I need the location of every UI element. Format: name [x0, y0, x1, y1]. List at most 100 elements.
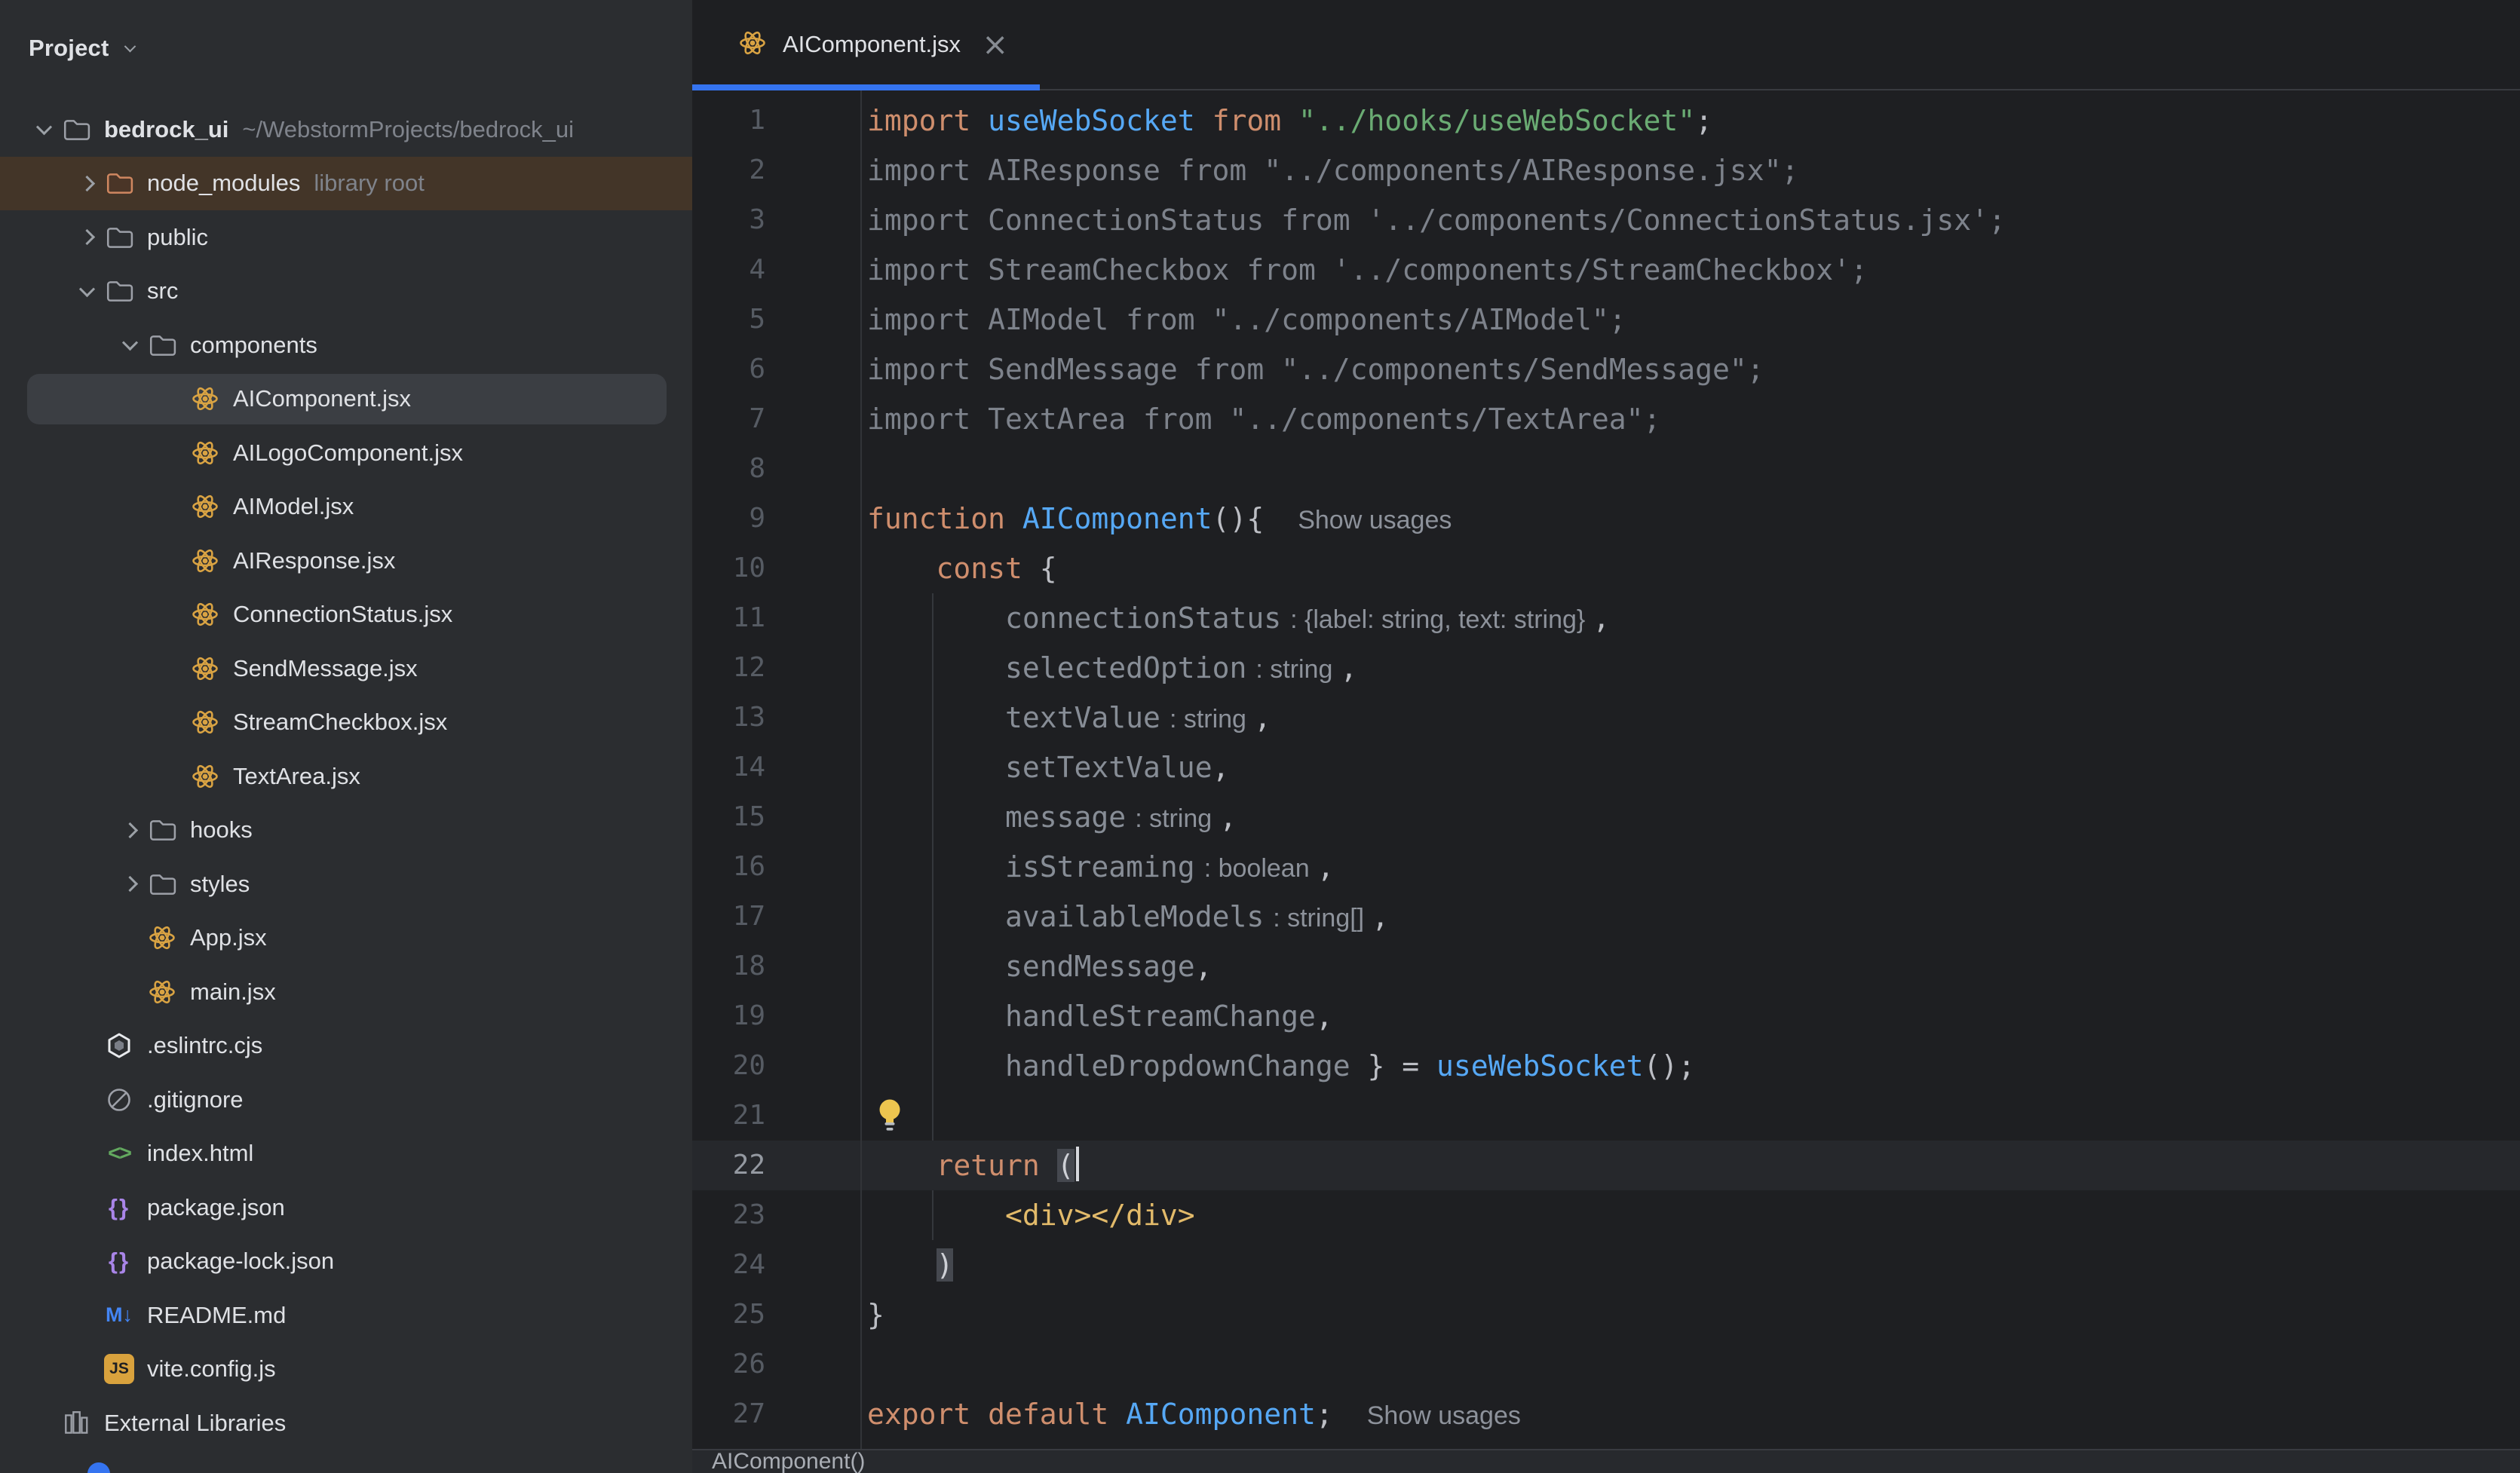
line-number[interactable]: 12: [692, 643, 860, 693]
tree-item-package-lock-json[interactable]: {}package-lock.json: [0, 1235, 692, 1289]
code-line-26[interactable]: 26: [692, 1340, 2520, 1389]
code-line-15[interactable]: 15 message: string,: [692, 792, 2520, 842]
line-number[interactable]: 10: [692, 544, 860, 593]
code-line-3[interactable]: 3import ConnectionStatus from '../compon…: [692, 195, 2520, 245]
line-number[interactable]: 27: [692, 1389, 860, 1439]
show-usages-inlay[interactable]: Show usages: [1367, 1401, 1521, 1430]
tree-item-connectionstatus-jsx[interactable]: ConnectionStatus.jsx: [0, 588, 692, 642]
line-number[interactable]: 8: [692, 444, 860, 494]
tree-item-components[interactable]: components: [0, 318, 692, 372]
code-line-18[interactable]: 18 sendMessage,: [692, 942, 2520, 991]
intention-lightbulb-icon[interactable]: [875, 1098, 905, 1141]
tree-item-label: AILogoComponent.jsx: [233, 439, 463, 467]
tree-item-sendmessage-jsx[interactable]: SendMessage.jsx: [0, 642, 692, 696]
code-line-13[interactable]: 13 textValue: string,: [692, 693, 2520, 743]
chevron-down-icon[interactable]: [115, 339, 145, 351]
code-line-12[interactable]: 12 selectedOption: string,: [692, 643, 2520, 693]
chevron-right-icon[interactable]: [72, 231, 102, 243]
code-line-9[interactable]: 9function AIComponent(){Show usages: [692, 494, 2520, 544]
code-line-10[interactable]: 10 const {: [692, 544, 2520, 593]
tree-item-main-jsx[interactable]: main.jsx: [0, 965, 692, 1019]
line-number[interactable]: 5: [692, 295, 860, 345]
tab-aicomponent-jsx[interactable]: AIComponent.jsx ×: [692, 0, 1040, 89]
tree-item-hooks[interactable]: hooks: [0, 804, 692, 858]
code-line-8[interactable]: 8: [692, 444, 2520, 494]
line-number[interactable]: 7: [692, 394, 860, 444]
chevron-right-icon[interactable]: [115, 825, 145, 836]
line-number[interactable]: 2: [692, 145, 860, 195]
tree-item-textarea-jsx[interactable]: TextArea.jsx: [0, 749, 692, 804]
code-line-23[interactable]: 23 <div></div>: [692, 1190, 2520, 1240]
tree-item-package-json[interactable]: {}package.json: [0, 1181, 692, 1235]
code-line-6[interactable]: 6import SendMessage from "../components/…: [692, 345, 2520, 394]
chevron-down-icon[interactable]: [124, 40, 136, 52]
line-number[interactable]: 15: [692, 792, 860, 842]
tree-item-readme-md[interactable]: M↓README.md: [0, 1288, 692, 1343]
tree-item-index-html[interactable]: <>index.html: [0, 1127, 692, 1181]
line-number[interactable]: 14: [692, 743, 860, 792]
chevron-right-icon[interactable]: [72, 178, 102, 189]
tree-item-public[interactable]: public: [0, 210, 692, 265]
code-line-22[interactable]: 22 return (: [692, 1141, 2520, 1190]
tree-item-airesponse-jsx[interactable]: AIResponse.jsx: [0, 534, 692, 588]
line-number[interactable]: 3: [692, 195, 860, 245]
tree-item--gitignore[interactable]: .gitignore: [0, 1073, 692, 1127]
tree-item-src[interactable]: src: [0, 265, 692, 319]
code-line-2[interactable]: 2import AIResponse from "../components/A…: [692, 145, 2520, 195]
line-number[interactable]: 24: [692, 1240, 860, 1290]
code-line-19[interactable]: 19 handleStreamChange,: [692, 991, 2520, 1041]
tree-item-vite-config-js[interactable]: JSvite.config.js: [0, 1343, 692, 1397]
code-text: return (: [860, 1141, 2520, 1190]
line-number[interactable]: 4: [692, 245, 860, 295]
tree-item--eslintrc-cjs[interactable]: .eslintrc.cjs: [0, 1019, 692, 1073]
code-text: import ConnectionStatus from '../compone…: [860, 195, 2520, 245]
show-usages-inlay[interactable]: Show usages: [1298, 506, 1452, 534]
line-number[interactable]: 20: [692, 1041, 860, 1091]
code-line-25[interactable]: 25}: [692, 1290, 2520, 1340]
code-line-7[interactable]: 7import TextArea from "../components/Tex…: [692, 394, 2520, 444]
tree-item-aimodel-jsx[interactable]: AIModel.jsx: [0, 480, 692, 534]
project-tool-window-header[interactable]: Project: [29, 30, 134, 66]
line-number[interactable]: 16: [692, 842, 860, 892]
tree-item-styles[interactable]: styles: [0, 857, 692, 911]
code-line-1[interactable]: 1import useWebSocket from "../hooks/useW…: [692, 96, 2520, 145]
code-line-5[interactable]: 5import AIModel from "../components/AIMo…: [692, 295, 2520, 345]
code-line-17[interactable]: 17 availableModels: string[],: [692, 892, 2520, 942]
code-line-24[interactable]: 24 ): [692, 1240, 2520, 1290]
line-number[interactable]: 6: [692, 345, 860, 394]
code-line-20[interactable]: 20 handleDropdownChange } = useWebSocket…: [692, 1041, 2520, 1091]
line-number[interactable]: 11: [692, 593, 860, 643]
tree-item-aicomponent-jsx[interactable]: AIComponent.jsx: [0, 372, 692, 427]
tree-item-external-libraries[interactable]: External Libraries: [0, 1396, 692, 1450]
line-number[interactable]: 17: [692, 892, 860, 942]
line-number[interactable]: 25: [692, 1290, 860, 1340]
tree-item-streamcheckbox-jsx[interactable]: StreamCheckbox.jsx: [0, 696, 692, 750]
code-line-27[interactable]: 27export default AIComponent;Show usages: [692, 1389, 2520, 1439]
line-number[interactable]: 1: [692, 96, 860, 145]
code-editor[interactable]: 1import useWebSocket from "../hooks/useW…: [692, 90, 2520, 1449]
code-line-16[interactable]: 16 isStreaming: boolean,: [692, 842, 2520, 892]
tree-item-bedrock-ui[interactable]: bedrock_ui~/WebstormProjects/bedrock_ui: [0, 103, 692, 157]
line-number[interactable]: 9: [692, 494, 860, 544]
line-number[interactable]: 23: [692, 1190, 860, 1240]
tree-item-ailogocomponent-jsx[interactable]: AILogoComponent.jsx: [0, 426, 692, 480]
line-number[interactable]: 19: [692, 991, 860, 1041]
code-line-11[interactable]: 11 connectionStatus: {label: string, tex…: [692, 593, 2520, 643]
code-line-14[interactable]: 14 setTextValue,: [692, 743, 2520, 792]
chevron-down-icon[interactable]: [29, 124, 59, 135]
json-icon: {}: [102, 1248, 136, 1275]
close-tab-icon[interactable]: ×: [982, 29, 1008, 60]
line-number[interactable]: 26: [692, 1340, 860, 1389]
tree-item-app-jsx[interactable]: App.jsx: [0, 911, 692, 966]
line-number[interactable]: 13: [692, 693, 860, 743]
chevron-right-icon[interactable]: [115, 878, 145, 890]
breadcrumb-item[interactable]: AIComponent(): [712, 1449, 865, 1473]
tree-item-node-modules[interactable]: node_moduleslibrary root: [0, 157, 692, 211]
chevron-down-icon[interactable]: [72, 286, 102, 297]
code-text: }: [860, 1290, 2520, 1340]
line-number[interactable]: 22: [692, 1141, 860, 1190]
line-number[interactable]: 18: [692, 942, 860, 991]
code-line-4[interactable]: 4import StreamCheckbox from '../componen…: [692, 245, 2520, 295]
code-line-21[interactable]: 21: [692, 1091, 2520, 1141]
line-number[interactable]: 21: [692, 1091, 860, 1141]
